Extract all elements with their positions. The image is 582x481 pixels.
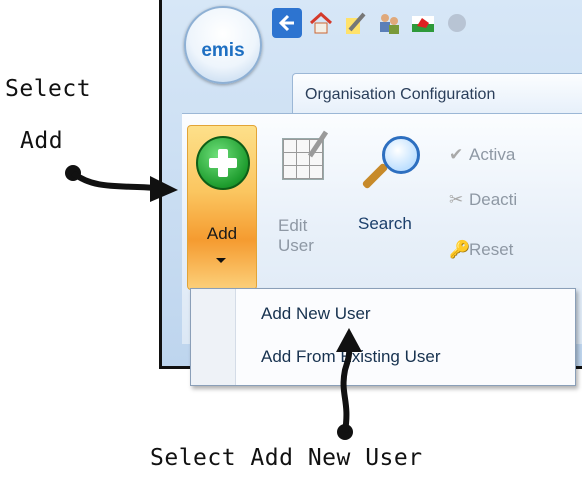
annotation-arrows xyxy=(65,165,362,440)
arrow-line-add-new-user xyxy=(340,344,353,433)
arrow-head-add xyxy=(150,176,178,202)
arrow-head-add-new-user xyxy=(336,328,362,352)
arrow-line-add xyxy=(71,170,156,191)
